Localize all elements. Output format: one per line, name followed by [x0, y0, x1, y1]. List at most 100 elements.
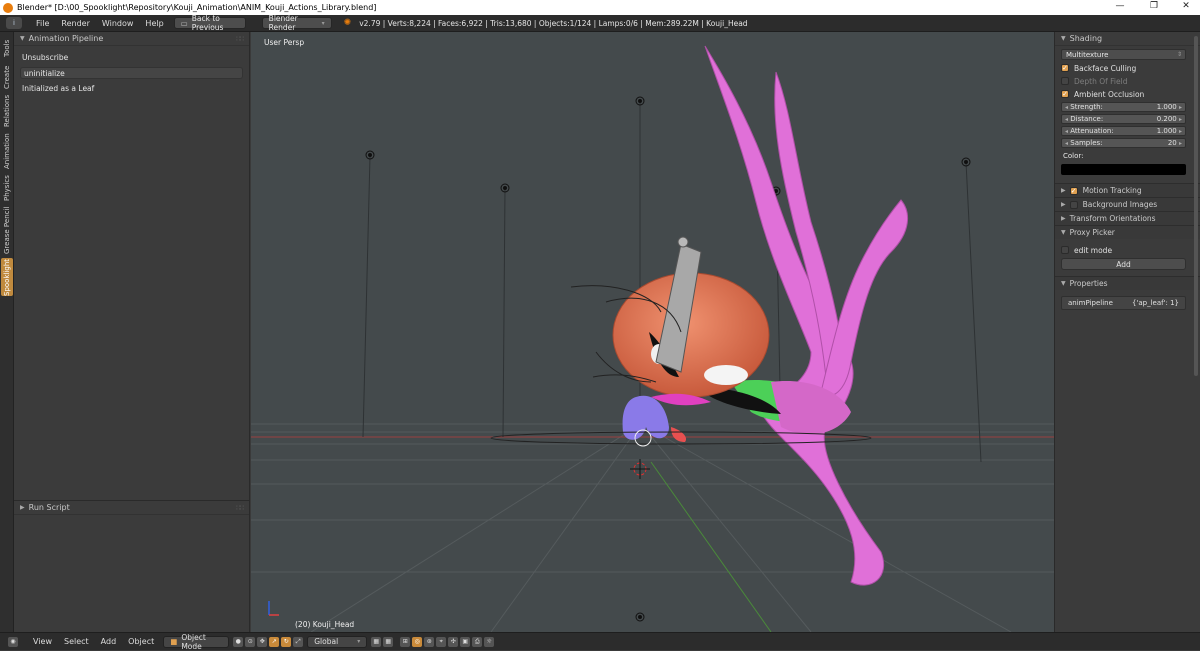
menu-object[interactable]: Object	[122, 637, 160, 646]
menu-view[interactable]: View	[27, 637, 58, 646]
custom-property-row[interactable]: animPipeline {'ap_leaf': 1}	[1061, 296, 1186, 310]
object-mode-icon: ■	[170, 637, 178, 646]
expand-arrow-icon: ▶	[1061, 201, 1066, 208]
overlay-icon[interactable]: ☼	[484, 636, 495, 647]
tool-shelf-tabs: Tools Create Relations Animation Physics…	[0, 32, 14, 632]
dropdown-arrow-icon: ⇕	[1176, 51, 1182, 58]
snap-element-icon[interactable]: ⌖	[436, 636, 447, 647]
lock-layers-icon[interactable]: ⊞	[400, 636, 411, 647]
run-script-panel: ▶ Run Script ∷∷	[14, 500, 250, 632]
menu-help[interactable]: Help	[139, 19, 169, 28]
proxy-picker-panel-header[interactable]: ▼ Proxy Picker	[1055, 225, 1200, 239]
floor-grid	[251, 423, 1054, 632]
menu-add[interactable]: Add	[95, 637, 123, 646]
ao-color-swatch[interactable]	[1061, 164, 1186, 175]
manipulator-toggle-icon[interactable]: ✥	[257, 636, 268, 647]
pivot-point-icon[interactable]: ⊙	[245, 636, 256, 647]
properties-region: ▼ Shading Multitexture ⇕ ✓ Backface Cull…	[1054, 32, 1200, 632]
ao-distance-field[interactable]: ◂ Distance: 0.200 ▸	[1061, 114, 1186, 124]
camera-render-icon[interactable]: ⎙	[472, 636, 483, 647]
info-header: i File Render Window Help ▭ Back to Prev…	[0, 14, 1200, 32]
3d-viewport[interactable]: User Persp (20) Kouji_Head	[251, 32, 1054, 632]
collapse-arrow-icon: ▶	[20, 504, 25, 511]
proportional-editing-icon[interactable]: ◎	[412, 636, 423, 647]
checkbox-empty-icon	[1061, 77, 1069, 85]
menu-select[interactable]: Select	[58, 637, 95, 646]
layer-grid-icon[interactable]: ▦	[371, 636, 382, 647]
render-engine-select[interactable]: Blender Render ▾	[261, 14, 332, 32]
screen-icon: ▭	[180, 18, 188, 28]
checkmark-icon: ✓	[1061, 64, 1069, 72]
tab-create[interactable]: Create	[1, 64, 13, 90]
back-to-previous-button[interactable]: ▭ Back to Previous	[173, 14, 246, 32]
snap-target-icon[interactable]: ✣	[448, 636, 459, 647]
collapse-arrow-icon: ▼	[1061, 229, 1066, 236]
render-icon[interactable]: ▣	[460, 636, 471, 647]
motion-tracking-panel-header[interactable]: ▶ ✓ Motion Tracking	[1055, 183, 1200, 197]
custom-property-value: {'ap_leaf': 1}	[1131, 299, 1179, 307]
ao-samples-field[interactable]: ◂ Samples: 20 ▸	[1061, 138, 1186, 148]
tab-spooklight[interactable]: Spooklight	[1, 258, 13, 296]
3d-cursor	[630, 459, 650, 479]
collapse-arrow-icon: ▼	[1061, 280, 1066, 287]
custom-property-key: animPipeline	[1068, 299, 1113, 307]
shading-mode-select[interactable]: Multitexture ⇕	[1061, 49, 1186, 60]
window-title: Blender* [D:\00_Spooklight\Repository\Ko…	[17, 3, 377, 12]
edit-mode-checkbox[interactable]: edit mode	[1061, 245, 1194, 255]
properties-panel-header[interactable]: ▼ Properties	[1055, 276, 1200, 290]
expand-arrow-icon: ▶	[1061, 187, 1066, 194]
unsubscribe-button[interactable]: Unsubscribe	[14, 50, 249, 65]
menu-file[interactable]: File	[30, 19, 55, 28]
editor-type-icon[interactable]: i	[6, 17, 22, 29]
layer-grid-icon[interactable]: ▦	[383, 636, 394, 647]
editor-type-icon[interactable]: ◉	[8, 636, 18, 647]
depth-of-field-checkbox[interactable]: Depth Of Field	[1061, 76, 1194, 86]
snap-icon[interactable]: ⊛	[424, 636, 435, 647]
properties-scrollbar[interactable]	[1194, 36, 1198, 376]
window-titlebar: Blender* [D:\00_Spooklight\Repository\Ko…	[0, 0, 1200, 15]
tab-grease-pencil[interactable]: Grease Pencil	[1, 206, 13, 254]
dropdown-arrow-icon: ▾	[357, 638, 361, 645]
shading-panel-header[interactable]: ▼ Shading	[1055, 32, 1200, 46]
blender-logo-icon: ✺	[343, 18, 352, 28]
tab-physics[interactable]: Physics	[1, 174, 13, 202]
scale-manipulator-icon[interactable]: ⤢	[293, 636, 304, 647]
active-object-label: (20) Kouji_Head	[295, 620, 355, 629]
mode-select[interactable]: ■ Object Mode	[163, 633, 230, 651]
translate-manipulator-icon[interactable]: ↗	[269, 636, 280, 647]
viewport-shading-icon[interactable]: ●	[233, 636, 244, 647]
backface-culling-checkbox[interactable]: ✓ Backface Culling	[1061, 63, 1194, 73]
uninitialize-button[interactable]: uninitialize	[20, 67, 243, 79]
view-label: User Persp	[264, 38, 305, 47]
blue-legs	[622, 395, 669, 440]
menu-window[interactable]: Window	[96, 19, 140, 28]
close-button[interactable]: ✕	[1166, 0, 1200, 15]
ambient-occlusion-checkbox[interactable]: ✓ Ambient Occlusion	[1061, 89, 1194, 99]
blender-logo-icon	[3, 2, 13, 13]
tab-animation[interactable]: Animation	[1, 132, 13, 170]
collapse-arrow-icon: ▼	[20, 35, 25, 42]
menu-render[interactable]: Render	[55, 19, 95, 28]
tool-shelf: ▼ Animation Pipeline ∷∷ Unsubscribe unin…	[14, 32, 250, 500]
status-label: Initialized as a Leaf	[22, 84, 95, 93]
drag-grip-icon[interactable]: ∷∷	[236, 35, 244, 43]
dropdown-arrow-icon: ▾	[321, 19, 325, 27]
transform-orientation-select[interactable]: Global ▾	[307, 635, 368, 648]
proxy-add-button[interactable]: Add	[1061, 258, 1186, 270]
checkbox-empty-icon[interactable]	[1069, 200, 1078, 209]
background-images-panel-header[interactable]: ▶ Background Images	[1055, 197, 1200, 211]
checkmark-icon[interactable]: ✓	[1069, 186, 1078, 195]
animation-pipeline-panel-header[interactable]: ▼ Animation Pipeline ∷∷	[14, 32, 249, 46]
expand-arrow-icon: ▶	[1061, 215, 1066, 222]
drag-grip-icon[interactable]: ∷∷	[236, 504, 244, 512]
tab-relations[interactable]: Relations	[1, 94, 13, 128]
viewport-scene	[251, 45, 1054, 632]
transform-orientations-panel-header[interactable]: ▶ Transform Orientations	[1055, 211, 1200, 225]
collapse-arrow-icon: ▼	[1061, 35, 1066, 42]
ao-strength-field[interactable]: ◂ Strength: 1.000 ▸	[1061, 102, 1186, 112]
tab-tools[interactable]: Tools	[1, 36, 13, 60]
scene-stats: v2.79 | Verts:8,224 | Faces:6,922 | Tris…	[359, 18, 748, 28]
rotate-manipulator-icon[interactable]: ↻	[281, 636, 292, 647]
run-script-panel-header[interactable]: ▶ Run Script ∷∷	[14, 501, 249, 515]
ao-attenuation-field[interactable]: ◂ Attenuation: 1.000 ▸	[1061, 126, 1186, 136]
